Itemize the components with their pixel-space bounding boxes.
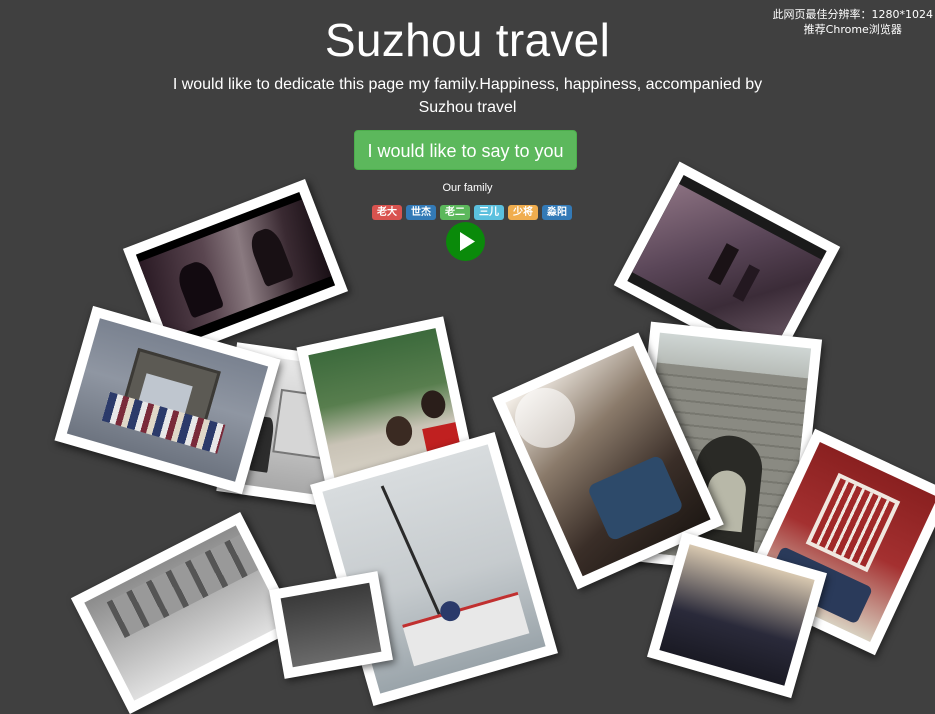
member-badge-0[interactable]: 老大 — [372, 205, 402, 220]
member-badge-3[interactable]: 三儿 — [474, 205, 504, 220]
page-title: Suzhou travel — [324, 14, 611, 66]
family-label: Our family — [442, 182, 493, 194]
member-badge-4[interactable]: 少将 — [508, 205, 538, 220]
family-badges: 老大 世杰 老二 三儿 少将 淼阳 — [372, 205, 572, 220]
member-badge-1[interactable]: 世杰 — [406, 205, 436, 220]
page-subtitle: I would like to dedicate this page my fa… — [172, 76, 763, 116]
member-badge-5[interactable]: 淼阳 — [542, 205, 572, 220]
say-to-you-button[interactable]: I would like to say to you — [354, 130, 577, 170]
play-icon — [460, 232, 475, 251]
photo-bottom-center[interactable] — [269, 571, 393, 679]
photo-corridor[interactable] — [70, 511, 300, 714]
photo-group-gate[interactable] — [54, 305, 281, 495]
member-badge-2[interactable]: 老二 — [440, 205, 470, 220]
play-button[interactable] — [446, 222, 485, 261]
